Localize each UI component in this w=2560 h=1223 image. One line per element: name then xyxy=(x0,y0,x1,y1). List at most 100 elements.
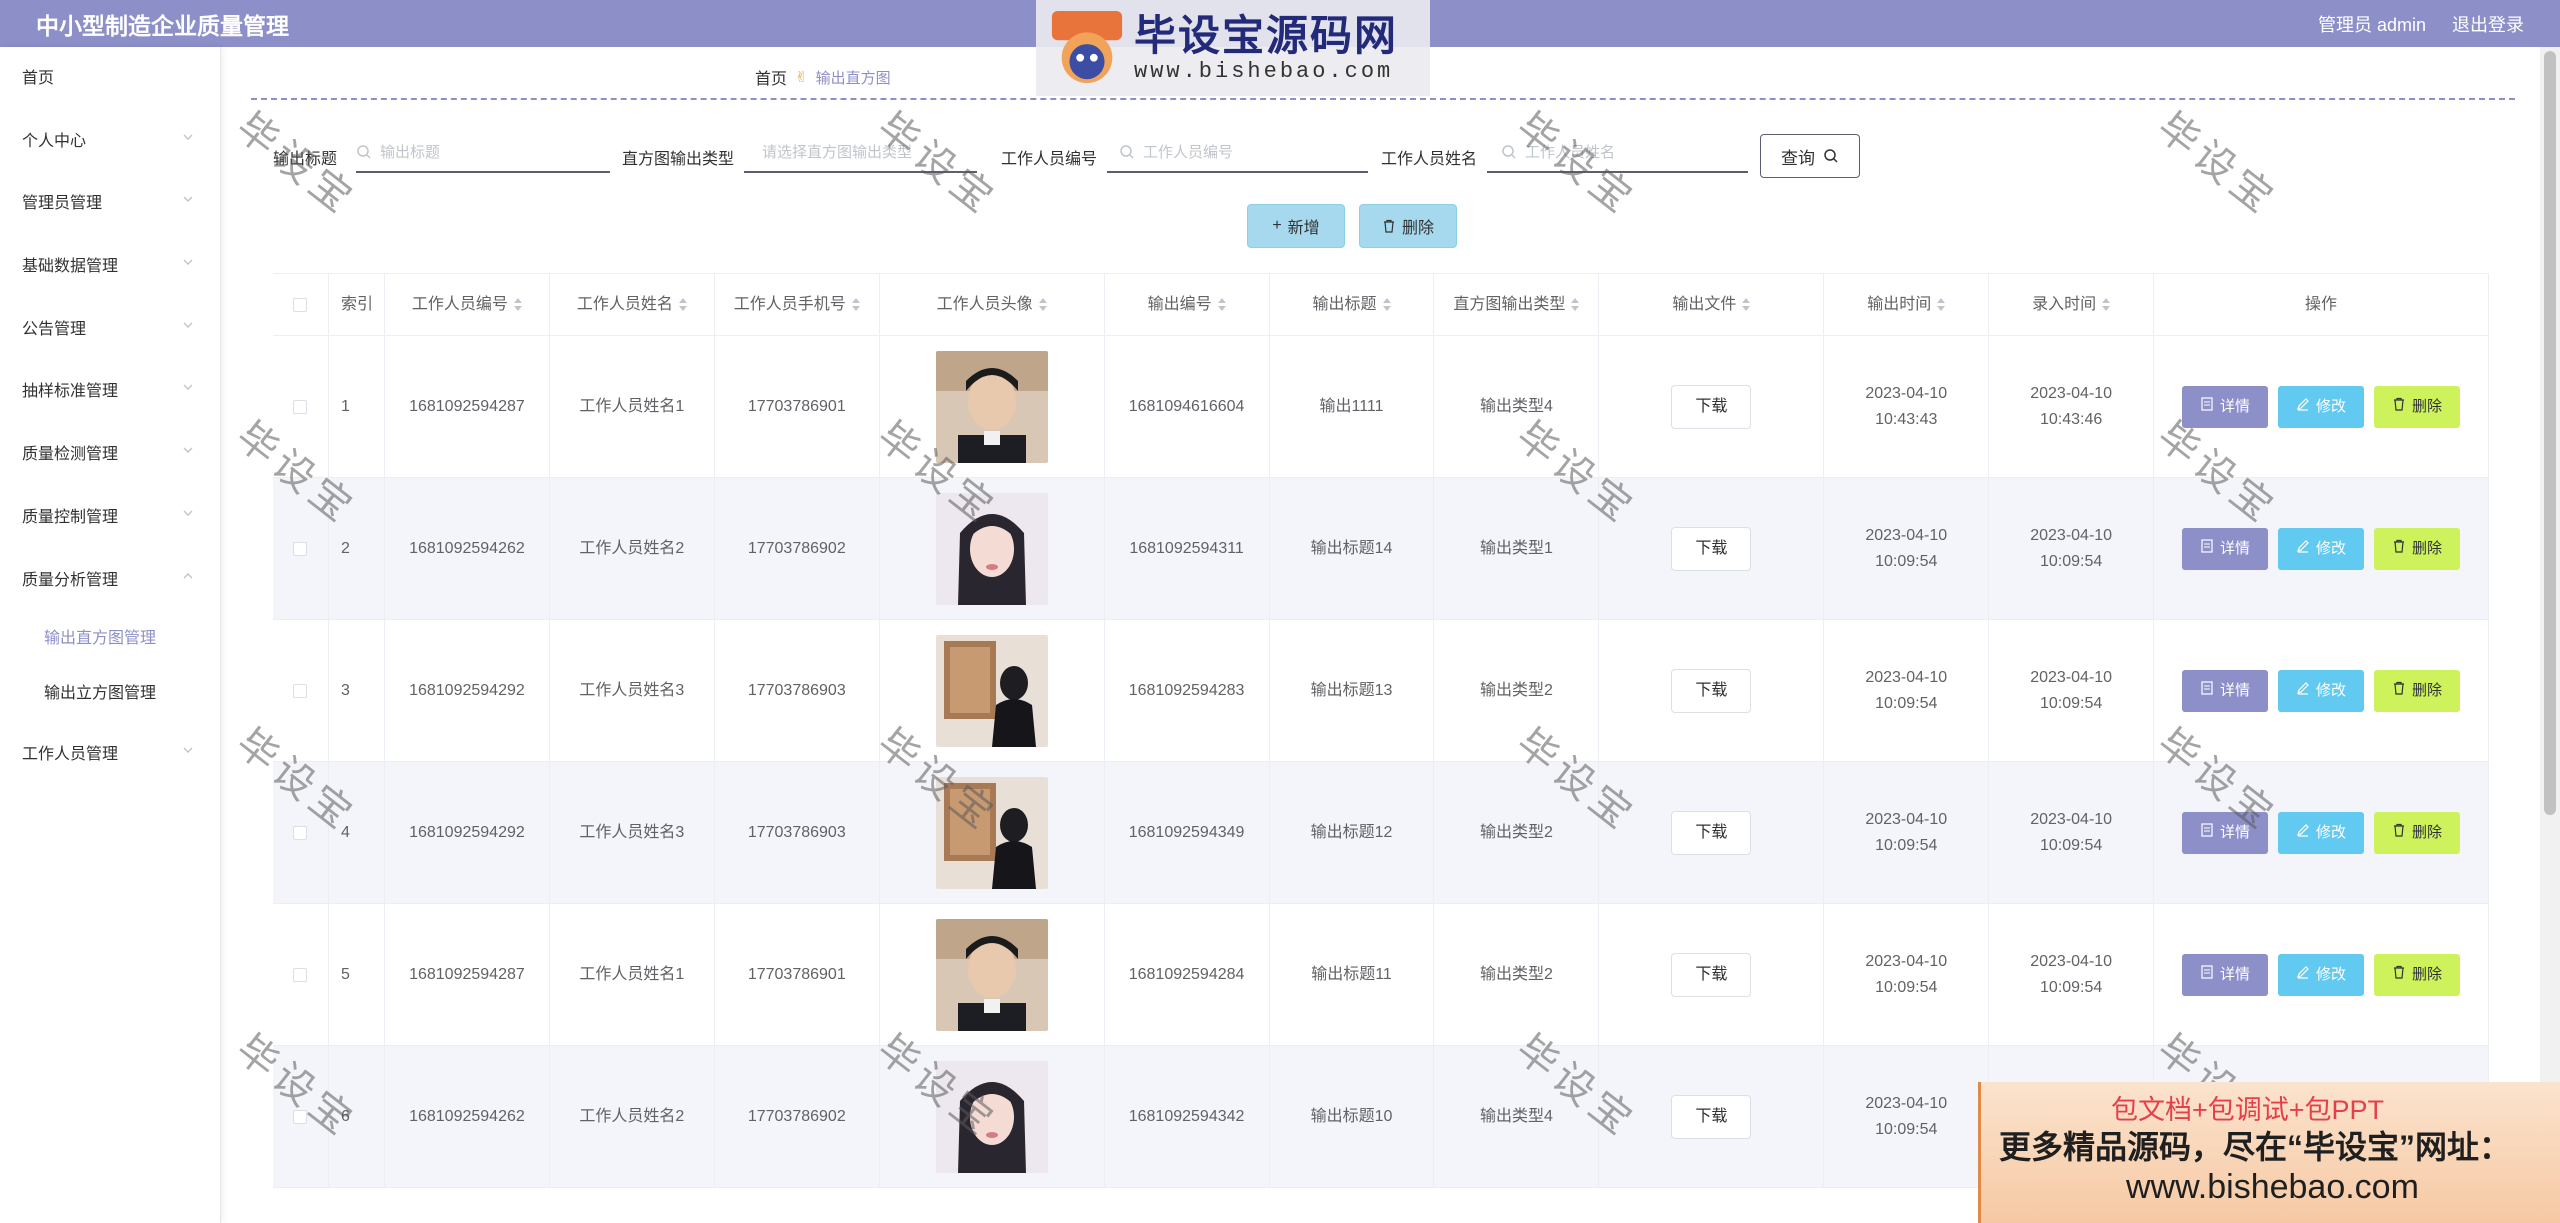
row-checkbox[interactable] xyxy=(293,967,308,982)
col-output-time[interactable]: 输出时间 xyxy=(1824,274,1990,335)
sort-icon[interactable] xyxy=(1742,297,1751,312)
logout-link[interactable]: 退出登录 xyxy=(2452,11,2524,37)
row-checkbox[interactable] xyxy=(293,541,308,556)
edit-button[interactable]: 修改 xyxy=(2278,385,2365,428)
col-label: 工作人员姓名 xyxy=(576,295,673,313)
delete-button[interactable]: 删除 xyxy=(2374,811,2461,854)
type-select-input[interactable] xyxy=(760,142,977,162)
edit-label: 修改 xyxy=(2316,823,2347,841)
sidebar-item-notice[interactable]: 公告管理 xyxy=(0,307,220,347)
add-button-label: 新增 xyxy=(1287,220,1320,237)
col-staff-no[interactable]: 工作人员编号 xyxy=(385,274,550,335)
delete-button[interactable]: 删除 xyxy=(2374,527,2461,570)
title-search-input[interactable] xyxy=(378,142,610,162)
sort-icon[interactable] xyxy=(1038,297,1047,312)
sort-icon[interactable] xyxy=(1217,297,1226,312)
col-label: 输出时间 xyxy=(1867,295,1932,313)
detail-button[interactable]: 详情 xyxy=(2182,385,2269,428)
sidebar-item-inspection[interactable]: 质量检测管理 xyxy=(0,432,220,472)
sidebar-item-sampling[interactable]: 抽样标准管理 xyxy=(0,369,220,409)
scrollbar-thumb[interactable] xyxy=(2544,51,2556,815)
sort-icon[interactable] xyxy=(678,297,687,312)
row-checkbox[interactable] xyxy=(293,825,308,840)
col-output-no[interactable]: 输出编号 xyxy=(1105,274,1270,335)
staff-name-search-field[interactable] xyxy=(1487,133,1748,173)
sidebar-item-histogram[interactable]: 输出直方图管理 xyxy=(0,616,220,656)
cell-operations: 详情 修改 删除 xyxy=(2154,904,2489,1045)
download-button[interactable]: 下载 xyxy=(1671,1094,1752,1139)
cell-output-no: 1681092594342 xyxy=(1105,1046,1270,1187)
sidebar-item-analysis[interactable]: 质量分析管理 xyxy=(0,558,220,598)
type-select[interactable] xyxy=(744,133,977,173)
avatar[interactable] xyxy=(935,918,1048,1031)
cell-avatar xyxy=(880,904,1105,1045)
col-staff-name[interactable]: 工作人员姓名 xyxy=(550,274,715,335)
col-avatar[interactable]: 工作人员头像 xyxy=(880,274,1105,335)
sidebar: 首页 个人中心 管理员管理 基础数据管理 公告管理 抽样标准管理 质量检测管理 … xyxy=(0,47,221,1223)
cell-output-title: 输出标题13 xyxy=(1270,620,1435,761)
staff-no-search-input[interactable] xyxy=(1141,142,1368,162)
detail-button[interactable]: 详情 xyxy=(2182,811,2269,854)
batch-delete-button[interactable]: 删除 xyxy=(1359,204,1457,248)
current-user[interactable]: 管理员 admin xyxy=(2318,11,2426,37)
cell-staff-name: 工作人员姓名3 xyxy=(550,762,715,903)
edit-button[interactable]: 修改 xyxy=(2278,953,2365,996)
title-search-field[interactable] xyxy=(356,133,610,173)
delete-button[interactable]: 删除 xyxy=(2374,385,2461,428)
avatar[interactable] xyxy=(935,1060,1048,1173)
avatar[interactable] xyxy=(935,776,1048,889)
detail-button[interactable]: 详情 xyxy=(2182,527,2269,570)
sidebar-item-home[interactable]: 首页 xyxy=(0,56,220,96)
cell-output-no: 1681092594311 xyxy=(1105,478,1270,619)
delete-label: 删除 xyxy=(2412,965,2443,983)
edit-button[interactable]: 修改 xyxy=(2278,527,2365,570)
sort-icon[interactable] xyxy=(1571,297,1580,312)
sort-icon[interactable] xyxy=(1937,297,1946,312)
sort-icon[interactable] xyxy=(1382,297,1391,312)
col-phone[interactable]: 工作人员手机号 xyxy=(715,274,880,335)
sidebar-item-cube[interactable]: 输出立方图管理 xyxy=(0,671,220,711)
breadcrumb-home[interactable]: 首页 xyxy=(755,65,787,89)
sidebar-item-staff[interactable]: 工作人员管理 xyxy=(0,732,220,772)
sidebar-item-profile[interactable]: 个人中心 xyxy=(0,119,220,159)
sort-icon[interactable] xyxy=(851,297,860,312)
staff-name-search-input[interactable] xyxy=(1523,142,1748,162)
detail-button[interactable]: 详情 xyxy=(2182,953,2269,996)
row-checkbox[interactable] xyxy=(293,1109,308,1124)
avatar[interactable] xyxy=(935,350,1048,463)
delete-button[interactable]: 删除 xyxy=(2374,669,2461,712)
sidebar-item-admin[interactable]: 管理员管理 xyxy=(0,181,220,221)
download-button[interactable]: 下载 xyxy=(1671,384,1752,429)
edit-button[interactable]: 修改 xyxy=(2278,669,2365,712)
avatar[interactable] xyxy=(935,634,1048,747)
download-button[interactable]: 下载 xyxy=(1671,810,1752,855)
row-checkbox[interactable] xyxy=(293,399,308,414)
delete-button[interactable]: 删除 xyxy=(2374,953,2461,996)
edit-button[interactable]: 修改 xyxy=(2278,811,2365,854)
col-output-file[interactable]: 输出文件 xyxy=(1599,274,1825,335)
col-output-title[interactable]: 输出标题 xyxy=(1270,274,1435,335)
promo-line3: www.bishebao.com xyxy=(2126,1168,2419,1206)
row-checkbox[interactable] xyxy=(293,683,308,698)
page-scrollbar[interactable] xyxy=(2540,47,2560,1223)
download-button[interactable]: 下载 xyxy=(1671,526,1752,571)
download-button[interactable]: 下载 xyxy=(1671,952,1752,997)
add-button[interactable]: + 新增 xyxy=(1247,204,1345,248)
sort-icon[interactable] xyxy=(2102,297,2111,312)
sidebar-item-control[interactable]: 质量控制管理 xyxy=(0,495,220,535)
query-button[interactable]: 查询 xyxy=(1760,134,1860,178)
detail-button[interactable]: 详情 xyxy=(2182,669,2269,712)
data-table: 索引 工作人员编号 工作人员姓名 工作人员手机号 工作人员头像 输出编号 输出标… xyxy=(273,273,2489,1188)
select-all-checkbox[interactable] xyxy=(293,297,308,312)
promo-banner[interactable]: 包文档+包调试+包PPT 更多精品源码，尽在“毕设宝”网址： www.bishe… xyxy=(1978,1082,2560,1223)
staff-no-search-field[interactable] xyxy=(1107,133,1368,173)
avatar[interactable] xyxy=(935,492,1048,605)
col-entry-time[interactable]: 录入时间 xyxy=(1989,274,2155,335)
sort-icon[interactable] xyxy=(513,297,522,312)
sidebar-item-basic-data[interactable]: 基础数据管理 xyxy=(0,244,220,284)
cell-index: 3 xyxy=(329,620,385,761)
delete-label: 删除 xyxy=(2412,397,2443,415)
col-label: 直方图输出类型 xyxy=(1453,295,1566,313)
download-button[interactable]: 下载 xyxy=(1671,668,1752,713)
col-output-type[interactable]: 直方图输出类型 xyxy=(1434,274,1600,335)
